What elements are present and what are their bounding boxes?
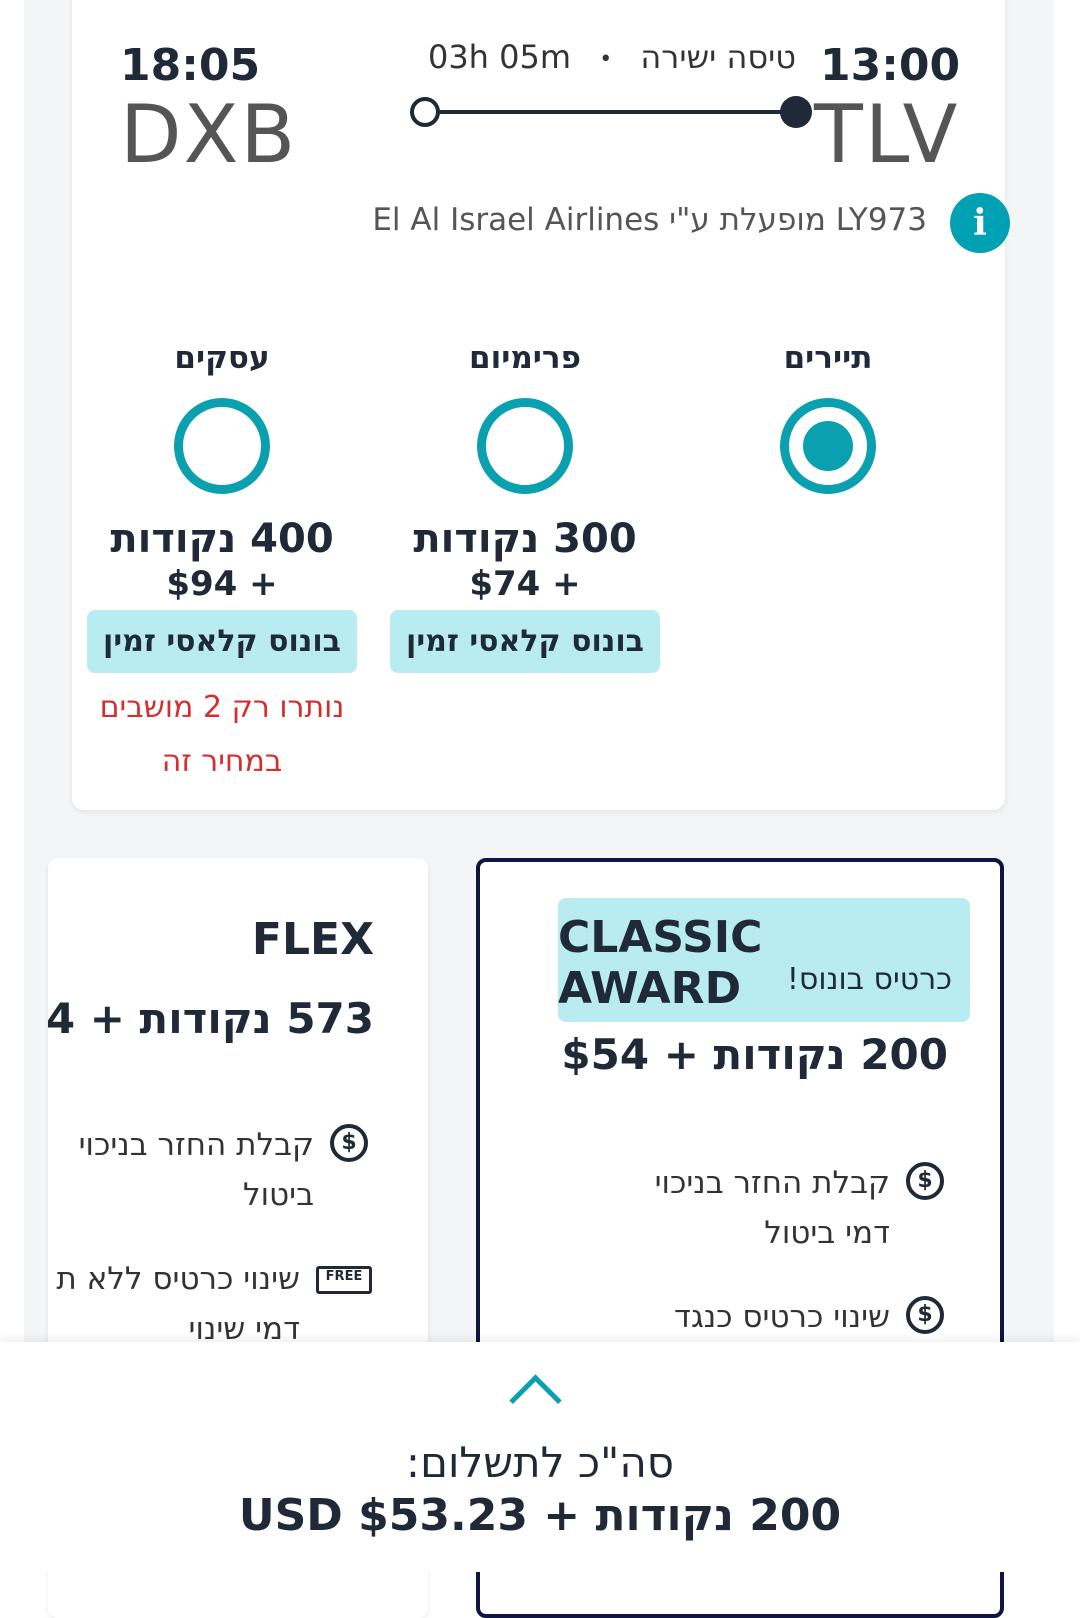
cabin-business[interactable]: עסקים 400 נקודות + $94 בונוס קלאסי זמין …: [72, 340, 372, 789]
feature-change: $ שינוי כרטיס כנגד: [604, 1292, 944, 1342]
fare-title: FLEX: [251, 914, 374, 965]
cabin-points: 300 נקודות: [413, 516, 637, 562]
cabin-name: עסקים: [174, 340, 270, 376]
premium-radio[interactable]: [477, 398, 573, 494]
feature-text: שינוי כרטיס כנגד: [674, 1299, 890, 1335]
duration: 03h 05m: [427, 38, 572, 76]
dollar-icon: $: [906, 1296, 944, 1334]
feature-text: קבלת החזר בניכוי דמי ביטול: [654, 1165, 890, 1251]
free-icon: FREE: [316, 1266, 372, 1294]
classic-award-banner: CLASSIC AWARD כרטיס בונוס!: [558, 898, 970, 1022]
feature-refund: $ קבלת החזר בניכוי ביטול: [48, 1120, 368, 1220]
fare-price: 573 נקודות + 34: [48, 994, 374, 1043]
separator-dot: •: [599, 46, 613, 72]
operator-text: LY973 מופעלת ע"י El Al Israel Airlines: [372, 202, 927, 238]
arrival-airport-code: DXB: [120, 88, 298, 181]
departure-airport-code: TLV: [814, 88, 960, 181]
cabin-cash: + $74: [469, 564, 581, 604]
direct-flight-label: טיסה ישירה: [640, 38, 797, 76]
route-start-dot-icon: [780, 96, 812, 128]
info-icon[interactable]: i: [950, 193, 1010, 253]
cabin-points: 400 נקודות: [110, 516, 334, 562]
dollar-icon: $: [906, 1162, 944, 1200]
total-value: 200 נקודות + USD $53.23: [238, 1490, 842, 1541]
flight-card: 18:05 DXB 13:00 TLV 03h 05m • טיסה ישירה…: [72, 0, 1010, 810]
feature-change: FREE שינוי כרטיס ללא ת דמי שינוי: [48, 1254, 372, 1354]
fare-price: 200 נקודות + $54: [561, 1030, 948, 1079]
cabin-premium[interactable]: פרימיום 300 נקודות + $74 בונוס קלאסי זמי…: [375, 340, 675, 673]
route-end-dot-icon: [410, 97, 440, 127]
dollar-icon: $: [330, 1124, 368, 1162]
route-info: 03h 05m • טיסה ישירה: [402, 38, 822, 76]
arrival-time: 18:05: [120, 40, 261, 91]
bonus-badge: בונוס קלאסי זמין: [390, 610, 660, 673]
total-label: סה"כ לתשלום:: [405, 1438, 675, 1487]
feature-text: שינוי כרטיס ללא ת דמי שינוי: [56, 1261, 300, 1347]
economy-radio[interactable]: [780, 398, 876, 494]
cabin-cash: + $94: [166, 564, 278, 604]
business-radio[interactable]: [174, 398, 270, 494]
chevron-up-icon[interactable]: [509, 1374, 562, 1427]
payment-summary-bar: סה"כ לתשלום: 200 נקודות + USD $53.23: [0, 1342, 1080, 1572]
bonus-badge: בונוס קלאסי זמין: [87, 610, 357, 673]
feature-text: קבלת החזר בניכוי ביטול: [78, 1127, 314, 1213]
fare-subtitle: כרטיס בונוס!: [786, 962, 952, 997]
cabin-name: תיירים: [783, 340, 873, 376]
feature-refund: $ קבלת החזר בניכוי דמי ביטול: [604, 1158, 944, 1258]
cabin-name: פרימיום: [469, 340, 581, 376]
seats-left-warning: נותרו רק 2 מושבים במחיר זה: [99, 690, 345, 779]
departure-time: 13:00: [820, 40, 961, 91]
route-line: [424, 110, 796, 114]
cabin-economy[interactable]: תיירים: [678, 340, 978, 494]
